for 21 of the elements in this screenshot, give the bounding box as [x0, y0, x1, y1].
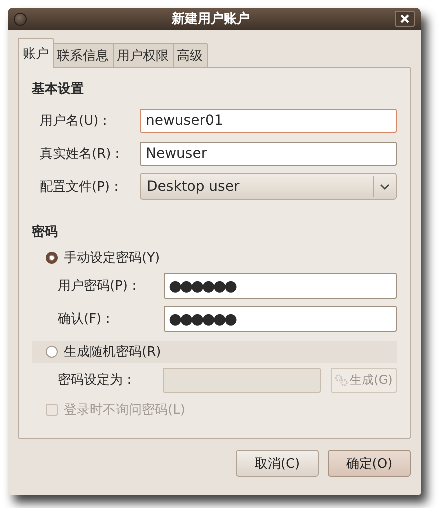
- tab[interactable]: 联系信息: [53, 43, 114, 68]
- tab[interactable]: 用户权限: [113, 43, 174, 68]
- password-field[interactable]: ●●●●●●: [164, 306, 397, 332]
- cancel-button[interactable]: 取消(C): [236, 450, 319, 477]
- radio-label[interactable]: 手动设定密码(Y): [64, 249, 160, 267]
- profile-dropdown[interactable]: Desktop user: [140, 173, 397, 200]
- field-label: 密码设定为：: [58, 372, 137, 389]
- ok-button[interactable]: 确定(O): [328, 450, 411, 477]
- password-field[interactable]: ●●●●●●: [164, 272, 397, 298]
- input-field[interactable]: newuser01: [140, 108, 397, 132]
- field-label: 确认(F)：: [58, 310, 116, 328]
- field-label: 配置文件(P)：: [39, 178, 124, 196]
- tab[interactable]: 高级: [173, 43, 208, 68]
- section-heading: 基本设置: [32, 81, 85, 98]
- window-title: 新建用户账户: [171, 10, 251, 28]
- field-label: 用户名(U)：: [39, 112, 113, 130]
- section-heading: 密码: [32, 224, 59, 241]
- field-label: 用户密码(P)：: [58, 278, 142, 294]
- field-label: 真实姓名(R)：: [39, 146, 126, 162]
- tab[interactable]: 账户: [18, 38, 54, 68]
- input-field[interactable]: Newuser: [140, 142, 397, 166]
